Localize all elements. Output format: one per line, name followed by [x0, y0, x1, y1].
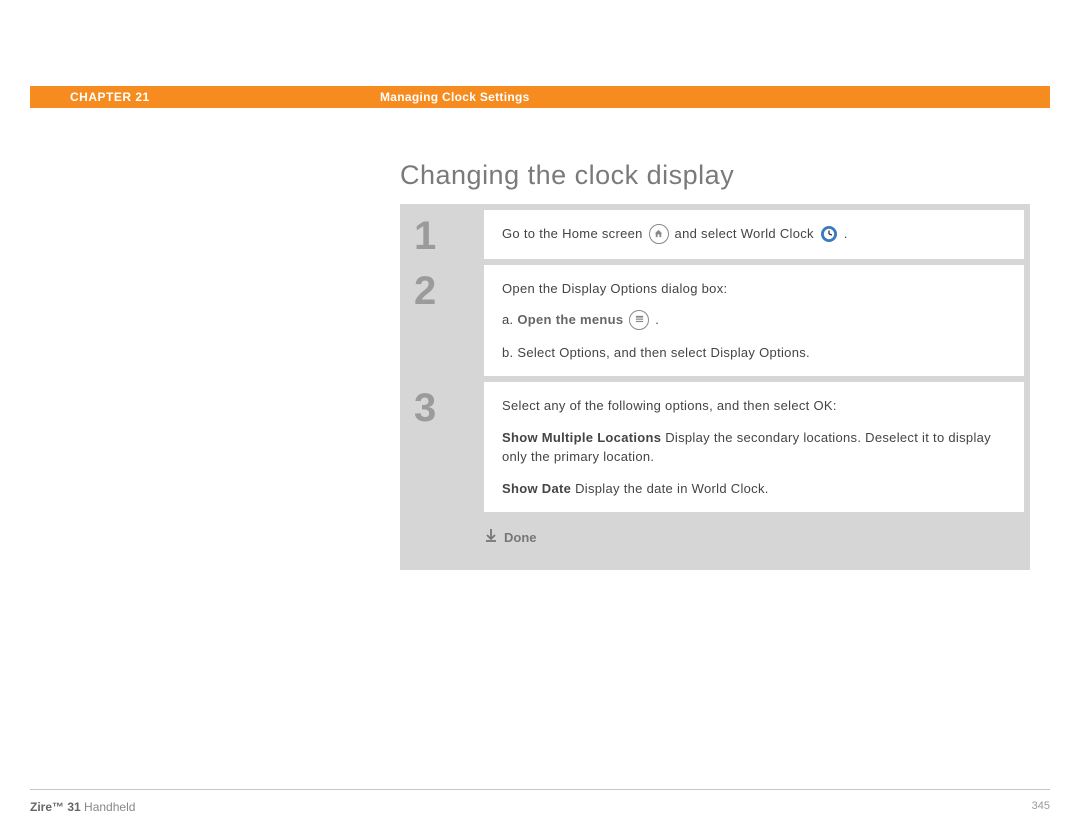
chapter-label: CHAPTER 21	[30, 90, 380, 104]
section-title: Changing the clock display	[400, 160, 734, 191]
product-name: Zire™ 31 Handheld	[30, 800, 135, 814]
text-fragment: .	[844, 226, 848, 241]
chapter-header: CHAPTER 21 Managing Clock Settings	[30, 86, 1050, 108]
product-bold: Zire™ 31	[30, 800, 81, 814]
option-show-date: Show Date Display the date in World Cloc…	[502, 479, 1006, 499]
down-arrow-icon	[484, 528, 498, 546]
product-rest: Handheld	[81, 800, 136, 814]
sub-step-b: b. Select Options, and then select Displ…	[502, 343, 1006, 363]
option-label: Show Date	[502, 481, 571, 496]
step-intro: Select any of the following options, and…	[502, 396, 1006, 416]
text-fragment: and select World Clock	[675, 226, 818, 241]
text-fragment: Go to the Home screen	[502, 226, 647, 241]
step-body: Go to the Home screen and select World C…	[484, 210, 1024, 259]
done-label: Done	[504, 530, 537, 545]
text-fragment: a.	[502, 312, 517, 327]
option-label: Show Multiple Locations	[502, 430, 661, 445]
step-body: Select any of the following options, and…	[484, 382, 1024, 512]
footer-divider	[30, 789, 1050, 790]
chapter-title: Managing Clock Settings	[380, 90, 530, 104]
step-row: 2 Open the Display Options dialog box: a…	[406, 265, 1024, 377]
step-number: 2	[406, 265, 484, 377]
step-intro: Open the Display Options dialog box:	[502, 279, 1006, 299]
step-number: 1	[406, 210, 484, 259]
link-open-menus[interactable]: Open the menus	[517, 312, 623, 327]
step-number: 3	[406, 382, 484, 512]
page-number: 345	[1032, 800, 1050, 814]
menu-icon	[629, 310, 649, 330]
sub-step-a: a. Open the menus .	[502, 310, 1006, 331]
footer: Zire™ 31 Handheld 345	[30, 800, 1050, 814]
text-fragment: .	[651, 312, 659, 327]
home-icon	[649, 224, 669, 244]
steps-container: 1 Go to the Home screen and select World…	[400, 204, 1030, 570]
done-indicator: Done	[406, 518, 1024, 564]
step-text: Go to the Home screen and select World C…	[502, 224, 1006, 245]
option-text: Display the date in World Clock.	[571, 481, 769, 496]
option-multiple-locations: Show Multiple Locations Display the seco…	[502, 428, 1006, 467]
step-body: Open the Display Options dialog box: a. …	[484, 265, 1024, 377]
world-clock-icon	[820, 225, 838, 243]
step-row: 3 Select any of the following options, a…	[406, 382, 1024, 512]
step-row: 1 Go to the Home screen and select World…	[406, 210, 1024, 259]
